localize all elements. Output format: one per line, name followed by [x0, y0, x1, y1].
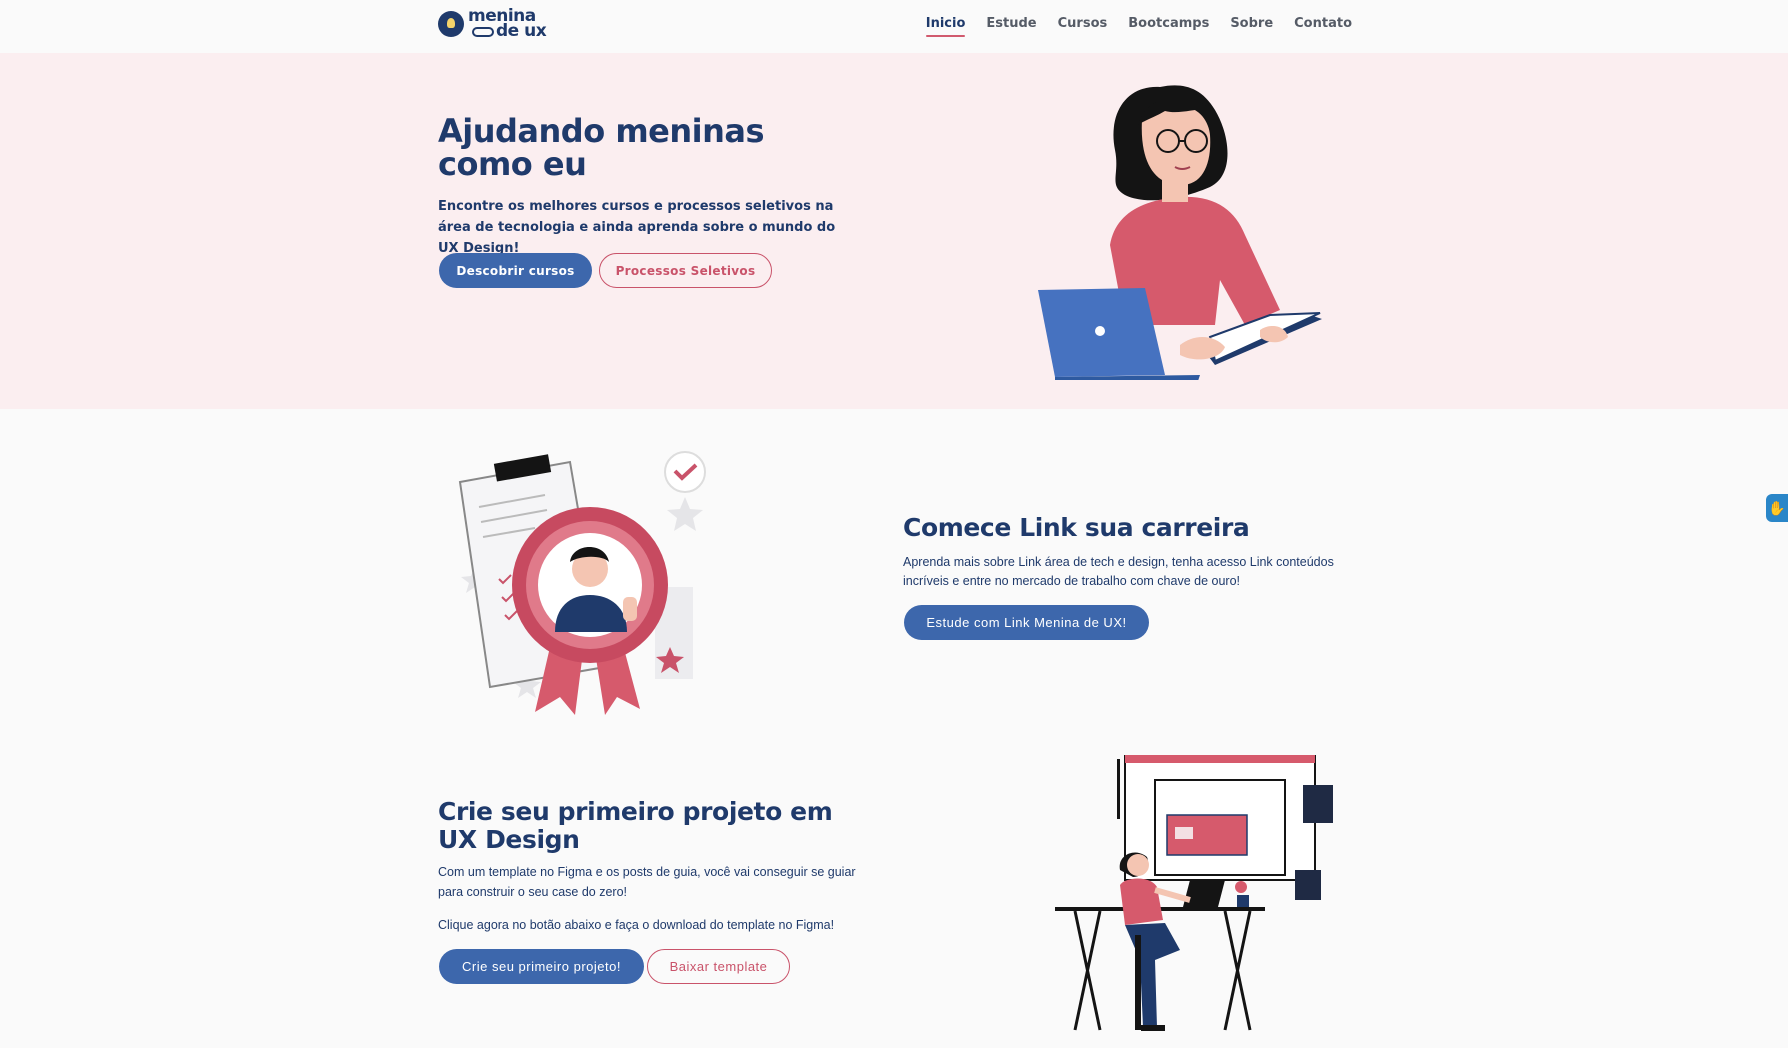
nav-item-sobre[interactable]: Sobre [1230, 16, 1273, 37]
career-section-title: Comece Link sua carreira [903, 513, 1250, 542]
logo-wordmark: menina de ux [468, 8, 547, 41]
woman-reading-illustration [1038, 85, 1322, 380]
study-with-menina-de-ux-button[interactable]: Estude com Link Menina de UX! [904, 605, 1149, 640]
hero-title: Ajudando meninas como eu [438, 112, 765, 183]
nav-item-contato[interactable]: Contato [1294, 16, 1352, 37]
selection-processes-button[interactable]: Processos Seletivos [599, 253, 772, 288]
nav-item-bootcamps[interactable]: Bootcamps [1128, 16, 1209, 37]
accessibility-hand-icon[interactable]: ✋ [1766, 494, 1788, 522]
hero-description: Encontre os melhores cursos e processos … [438, 199, 836, 256]
main-nav: Inicio Estude Cursos Bootcamps Sobre Con… [925, 16, 1352, 37]
project-section-cta-text: Clique agora no botão abaixo e faça o do… [438, 918, 835, 932]
nav-item-estude[interactable]: Estude [986, 16, 1036, 37]
career-section-description: Aprenda mais sobre Link área de tech e d… [903, 555, 1334, 588]
logo-line-2: de ux [496, 21, 547, 41]
site-header: menina de ux Inicio Estude Cursos Bootca… [0, 0, 1788, 53]
create-first-project-button[interactable]: Crie seu primeiro projeto! [439, 949, 644, 984]
download-template-button[interactable]: Baixar template [647, 949, 790, 984]
award-man-illustration [458, 451, 706, 715]
nav-item-cursos[interactable]: Cursos [1058, 16, 1108, 37]
project-section-description: Com um template no Figma e os posts de g… [438, 865, 856, 899]
nav-item-inicio[interactable]: Inicio [925, 16, 965, 37]
lightbulb-logo-icon [438, 11, 464, 37]
discover-courses-button[interactable]: Descobrir cursos [439, 253, 592, 288]
hero-section: Ajudando meninas como eu Encontre os mel… [0, 53, 1788, 409]
pill-shape-icon [472, 26, 494, 37]
site-logo[interactable]: menina de ux [438, 8, 547, 41]
designer-at-desk-illustration [1055, 755, 1333, 1031]
project-section-title: Crie seu primeiro projeto em UX Design [438, 797, 833, 854]
